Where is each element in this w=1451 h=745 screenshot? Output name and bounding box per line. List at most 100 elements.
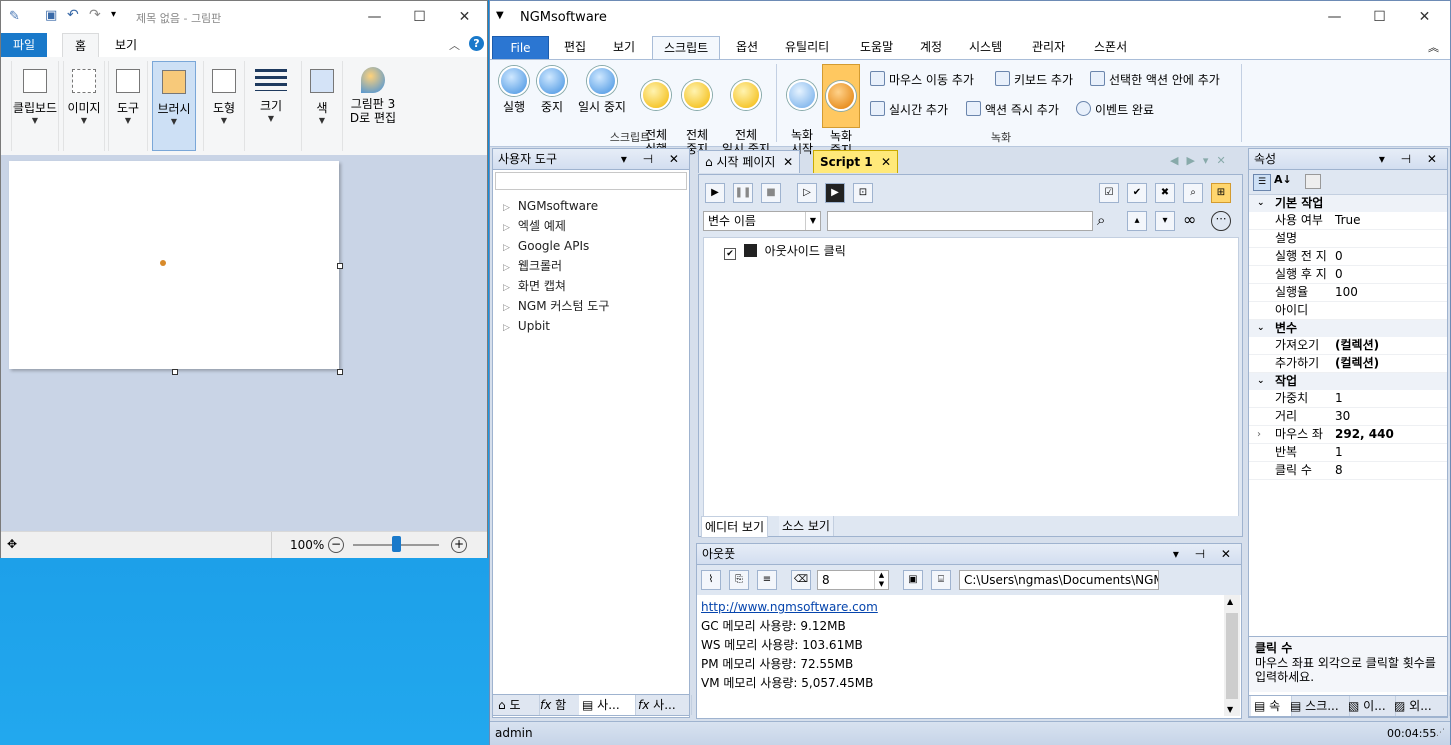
tree-item-upbit[interactable]: ▷ Upbit [493, 316, 689, 336]
image-button[interactable]: 이미지 ▼ [63, 61, 105, 151]
tree-item-ngmsoftware[interactable]: ▷ NGMsoftware [493, 196, 689, 216]
prop-row[interactable]: 가져오기 (컬렉션) [1249, 337, 1447, 355]
add-realtime-button[interactable]: 실시간 추가 [870, 101, 948, 118]
brush-button[interactable]: 브러시 ▼ [152, 61, 196, 151]
tab-home[interactable]: 홈 [62, 33, 100, 57]
tab-edit[interactable]: 편집 [553, 36, 597, 58]
play-icon[interactable]: ▶ [705, 183, 725, 203]
tab-user-tools[interactable]: ▤ 사... [579, 695, 636, 715]
prop-row[interactable]: 실행율 100 [1249, 284, 1447, 302]
broom-icon[interactable]: ⌇ [701, 570, 721, 590]
minimize-button[interactable]: — [352, 1, 397, 33]
folder-icon[interactable]: ⌸ [931, 570, 951, 590]
copy-icon[interactable]: ⎘ [729, 570, 749, 590]
line-count-input[interactable]: 8 ▲ ▼ [817, 570, 889, 590]
pause-button[interactable]: 일시 중지 [574, 64, 630, 114]
system-menu-icon[interactable]: ▼ [496, 10, 504, 21]
tab-script-1[interactable]: Script 1 ✕ [813, 150, 899, 173]
tab-user-functions[interactable]: fx 사... [635, 695, 692, 715]
tab-view[interactable]: 보기 [602, 36, 646, 58]
run-to-icon[interactable]: ▶ [825, 183, 845, 203]
loop-icon[interactable]: ∞ [1183, 210, 1196, 229]
panel-header-buttons[interactable]: ▾ ⊣ ✕ [1173, 544, 1237, 564]
tab-script-list[interactable]: ▤ 스크... [1287, 696, 1350, 716]
tab-admin[interactable]: 관리자 [1021, 36, 1076, 58]
prop-row[interactable]: 아이디 [1249, 302, 1447, 320]
expand-icon[interactable]: › [1257, 426, 1261, 443]
maximize-button[interactable]: ☐ [397, 1, 442, 33]
category-basic[interactable]: ⌄ 기본 작업 [1249, 195, 1447, 212]
redo-icon[interactable]: ↷ [89, 7, 101, 23]
tab-functions[interactable]: fx 함 [537, 695, 582, 715]
prop-row[interactable]: 사용 여부 True [1249, 212, 1447, 230]
tools-search-input[interactable] [495, 172, 687, 190]
tab-nav-icons[interactable]: ◀▶▾✕ [1170, 154, 1234, 167]
eraser-icon[interactable]: ⌫ [791, 570, 811, 590]
collapse-ribbon-icon[interactable]: ︽ [1428, 39, 1439, 55]
tab-external[interactable]: ▨ 외... [1391, 696, 1450, 716]
prop-row[interactable]: 클릭 수 8 [1249, 462, 1447, 480]
chevron-down-icon[interactable]: ▼ [805, 212, 820, 230]
resize-handle-bottom[interactable] [172, 369, 178, 375]
paint3d-button[interactable]: 그림판 3 D로 편집 [345, 61, 401, 151]
tree-item-excel[interactable]: ▷ 엑셀 예제 [493, 216, 689, 236]
tab-source-view[interactable]: 소스 보기 [779, 516, 834, 536]
checkbox[interactable]: ✔ [724, 248, 736, 260]
drawing-canvas[interactable] [9, 161, 339, 369]
zoom-in-button[interactable]: + [451, 537, 467, 553]
alphabetical-icon[interactable]: A↓ [1274, 173, 1292, 186]
move-up-icon[interactable]: ▴ [1127, 211, 1147, 231]
resize-handle-corner[interactable] [337, 369, 343, 375]
tab-utility[interactable]: 유틸리티 [774, 36, 840, 58]
tree-item-screen-capture[interactable]: ▷ 화면 캡쳐 [493, 276, 689, 296]
tab-image[interactable]: ▧ 이... [1345, 696, 1396, 716]
prop-row[interactable]: 실행 후 지 0 [1249, 266, 1447, 284]
prop-row[interactable]: 실행 전 지 0 [1249, 248, 1447, 266]
save-icon[interactable]: ▣ [903, 570, 923, 590]
zoom-out-button[interactable]: − [328, 537, 344, 553]
add-keyboard-button[interactable]: 키보드 추가 [995, 71, 1073, 88]
tree-item-web-crawler[interactable]: ▷ 웹크롤러 [493, 256, 689, 276]
add-mouse-move-button[interactable]: 마우스 이동 추가 [870, 71, 974, 88]
save-icon[interactable]: ▣ [45, 8, 57, 23]
tab-file[interactable]: File [492, 36, 549, 60]
prop-row[interactable]: 설명 [1249, 230, 1447, 248]
tab-view[interactable]: 보기 [103, 33, 149, 57]
action-item[interactable]: ✔ 아웃사이드 클릭 [724, 242, 846, 260]
prop-row[interactable]: › 마우스 좌 292, 440 [1249, 426, 1447, 444]
panel-header-buttons[interactable]: ▾ ⊣ ✕ [1379, 149, 1443, 169]
check-icon[interactable]: ✔ [1127, 183, 1147, 203]
maximize-button[interactable]: ☐ [1357, 1, 1402, 33]
prop-row[interactable]: 반복 1 [1249, 444, 1447, 462]
colors-button[interactable]: 색 ▼ [301, 61, 343, 151]
tab-system[interactable]: 시스템 [958, 36, 1013, 58]
variable-name-combo[interactable]: 변수 이름 ▼ [703, 211, 821, 231]
tree-item-ngm-custom[interactable]: ▷ NGM 커스텀 도구 [493, 296, 689, 316]
record-stop-button[interactable]: 녹화 중지 [822, 64, 860, 157]
output-scrollbar[interactable]: ▲ ▼ [1224, 595, 1240, 716]
minimize-button[interactable]: — [1312, 1, 1357, 33]
delete-icon[interactable]: ✖ [1155, 183, 1175, 203]
search-icon[interactable]: ⌕ [1183, 183, 1203, 203]
list-icon[interactable]: ≡ [757, 570, 777, 590]
tab-properties[interactable]: ▤ 속 [1251, 696, 1292, 716]
collapse-ribbon-icon[interactable]: ︿ [449, 37, 460, 53]
run-button[interactable]: 실행 [498, 64, 530, 114]
close-button[interactable]: ✕ [1402, 1, 1447, 33]
search-icon[interactable]: ⌕ [1097, 211, 1105, 229]
tree-item-google-apis[interactable]: ▷ Google APIs [493, 236, 689, 256]
help-icon[interactable]: ? [469, 36, 484, 51]
stop-icon[interactable]: ■ [761, 183, 781, 203]
size-button[interactable]: 크기 ▼ [249, 61, 293, 151]
tab-account[interactable]: 계정 [909, 36, 953, 58]
resize-grip-icon[interactable]: ⋰ [1436, 728, 1445, 738]
tab-help[interactable]: 도움말 [849, 36, 904, 58]
panel-header-buttons[interactable]: ▾ ⊣ ✕ [621, 149, 685, 169]
undo-icon[interactable]: ↶ [67, 7, 79, 23]
tree-view-icon[interactable]: ⊞ [1211, 183, 1231, 203]
tab-script[interactable]: 스크립트 [652, 36, 721, 59]
spinner-icon[interactable]: ▲ ▼ [874, 571, 888, 589]
prop-row[interactable]: 거리 30 [1249, 408, 1447, 426]
tab-toolbox[interactable]: ⌂ 도 [495, 695, 540, 715]
variable-search-input[interactable] [827, 211, 1093, 231]
